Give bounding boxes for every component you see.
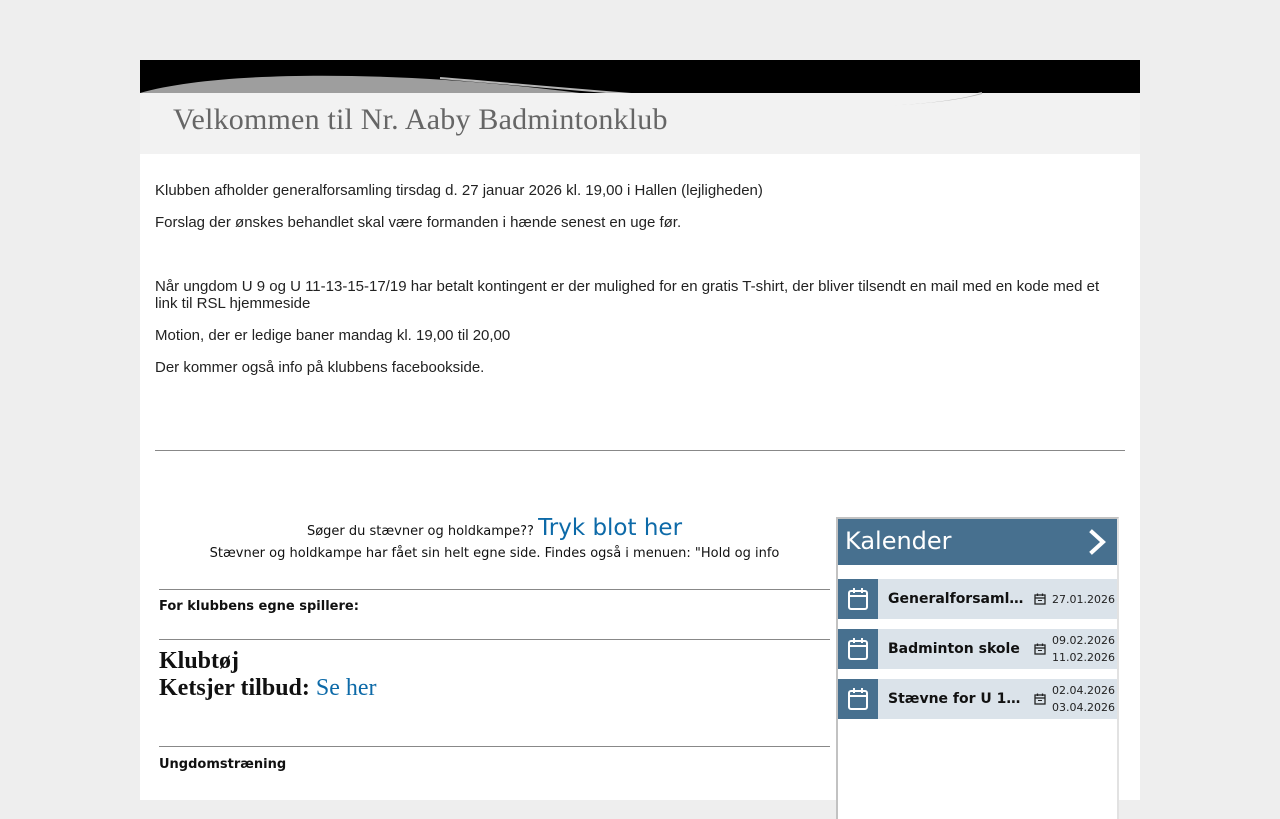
calendar-title: Kalender [845,527,952,555]
section-divider [159,639,830,640]
calendar-icon [838,679,878,719]
section-divider [159,746,830,747]
event-dates: 27.01.2026 [1052,579,1115,619]
youth-training-label: Ungdomstræning [159,757,287,772]
section-divider [159,589,830,590]
calendar-icon [838,629,878,669]
small-calendar-icon [1034,693,1046,705]
page-container: Velkommen til Nr. Aaby Badmintonklub Klu… [140,60,1140,819]
event-date-end: 11.02.2026 [1052,651,1115,664]
players-label: For klubbens egne spillere: [159,599,359,614]
event-dates: 02.04.2026 03.04.2026 [1052,679,1115,719]
calendar-widget: Kalender Generalforsamling 27.01.2026 Ba… [836,517,1119,819]
announcement-facebook: Der kommer også info på klubbens faceboo… [155,359,485,376]
site-title: Velkommen til Nr. Aaby Badmintonklub [173,103,668,136]
chevron-right-icon[interactable] [1089,529,1107,555]
club-offers: Klubtøj Ketsjer tilbud: Se her [159,648,830,702]
announcement-general-assembly: Klubben afholder generalforsamling tirsd… [155,182,763,199]
tournaments-block: Søger du stævner og holdkampe?? Tryk blo… [159,515,830,562]
tournaments-question: Søger du stævner og holdkampe?? [306,524,534,539]
small-calendar-icon [1034,643,1046,655]
header-banner: Velkommen til Nr. Aaby Badmintonklub [140,60,1140,154]
racket-offer-link[interactable]: Se her [316,675,377,701]
tournaments-link[interactable]: Tryk blot her [538,515,682,541]
calendar-event[interactable]: Generalforsamling 27.01.2026 [838,579,1117,619]
tournaments-subtext: Stævner og holdkampe har fået sin helt e… [209,546,780,561]
event-date-start: 27.01.2026 [1052,592,1115,606]
calendar-event[interactable]: Stævne for U 15 og U 19 02.04.2026 03.04… [838,679,1117,719]
small-calendar-icon [1034,593,1046,605]
club-clothing: Klubtøj [159,648,240,674]
event-date-end: 03.04.2026 [1052,701,1115,714]
event-name: Generalforsamling [888,591,1026,607]
main-divider [155,450,1125,451]
event-dates: 09.02.2026 11.02.2026 [1052,629,1115,669]
calendar-icon [838,579,878,619]
event-name: Stævne for U 15 og U 19 [888,691,1026,707]
event-date-start: 02.04.2026 [1052,684,1115,697]
announcement-tshirt: Når ungdom U 9 og U 11-13-15-17/19 har b… [155,278,1100,312]
content-column: Søger du stævner og holdkampe?? Tryk blo… [159,515,830,772]
announcements: Klubben afholder generalforsamling tirsd… [155,182,1125,391]
event-date-start: 09.02.2026 [1052,634,1115,647]
racket-offer-label: Ketsjer tilbud: [159,675,310,701]
announcement-proposals: Forslag der ønskes behandlet skal være f… [155,214,682,231]
announcement-motion: Motion, der er ledige baner mandag kl. 1… [155,327,511,344]
calendar-header[interactable]: Kalender [838,519,1117,565]
event-name: Badminton skole [888,641,1020,657]
calendar-event[interactable]: Badminton skole 09.02.2026 11.02.2026 [838,629,1117,669]
